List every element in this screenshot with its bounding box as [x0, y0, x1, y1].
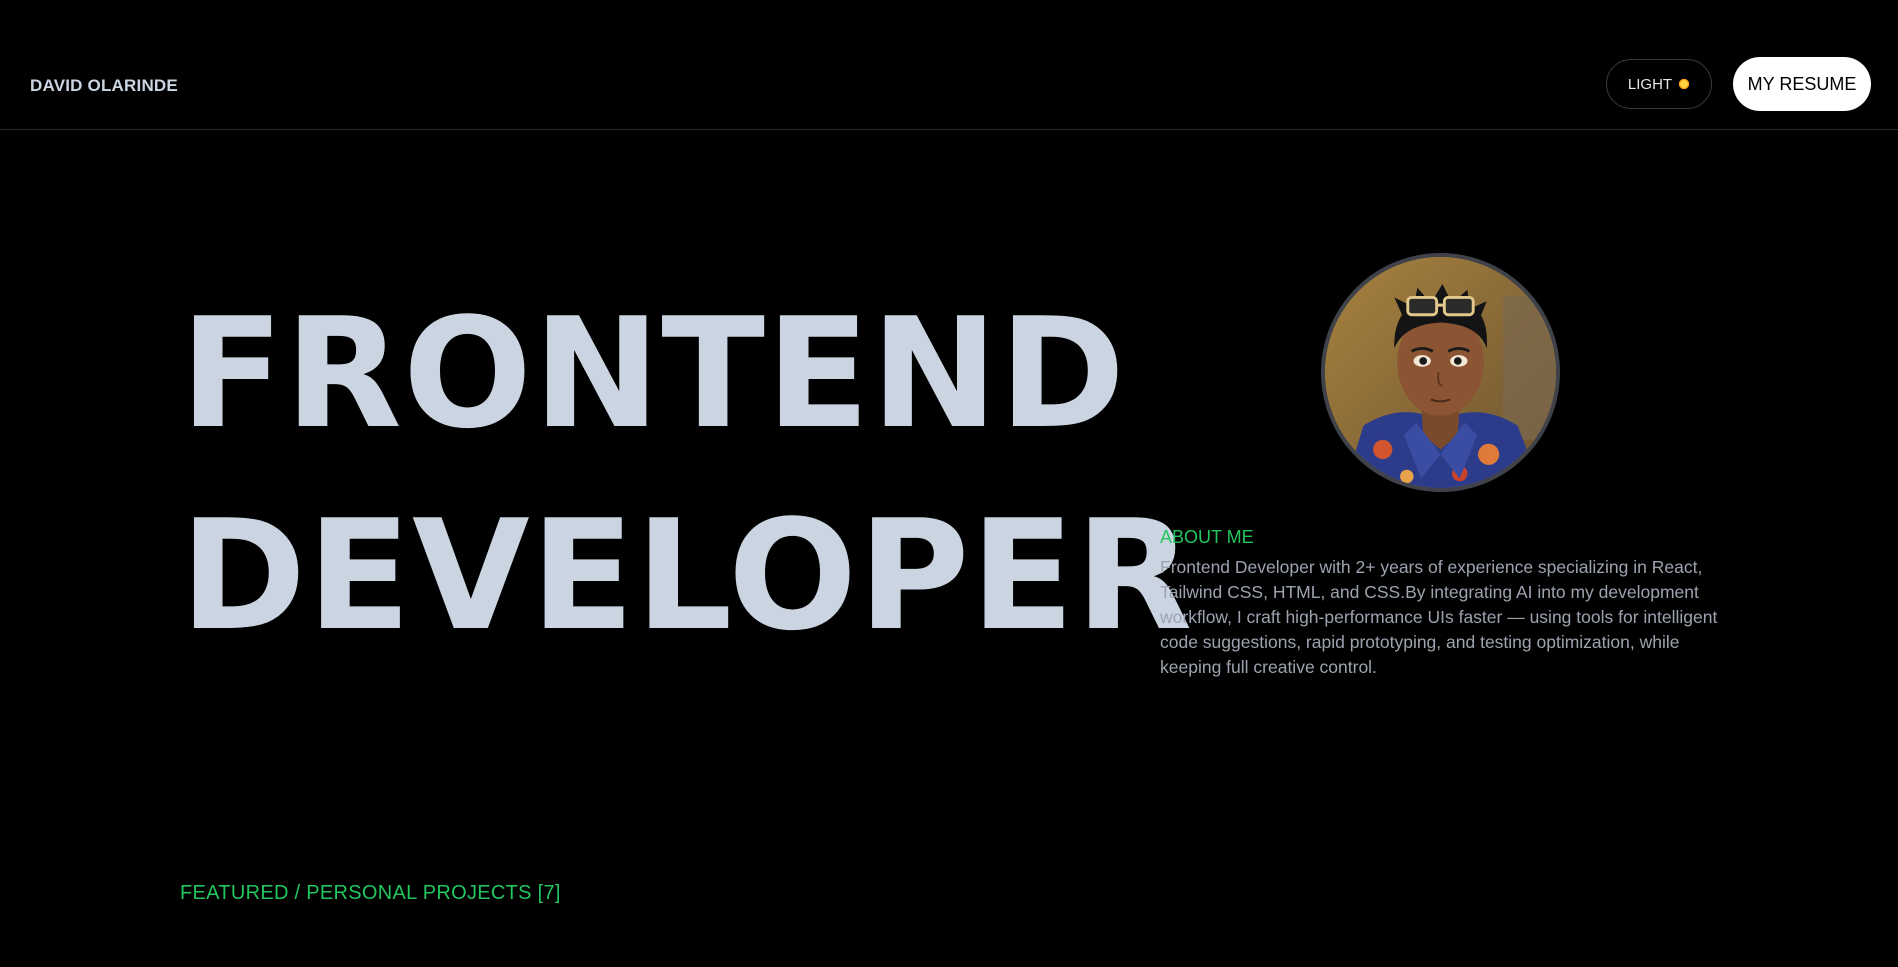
- theme-toggle-label: LIGHT: [1627, 75, 1673, 93]
- hero-title-line-1: FRONTEND: [180, 285, 1127, 462]
- site-header: DAVID OLARINDE LIGHT MY RESUME: [0, 0, 1898, 130]
- about-heading: ABOUT ME: [1160, 527, 1254, 547]
- resume-button[interactable]: MY RESUME: [1733, 57, 1871, 111]
- about-description: Frontend Developer with 2+ years of expe…: [1160, 557, 1718, 677]
- theme-toggle-button[interactable]: LIGHT: [1606, 59, 1712, 109]
- avatar-illustration: [1325, 257, 1556, 488]
- projects-heading: FEATURED / PERSONAL PROJECTS [7]: [180, 882, 561, 904]
- avatar: [1321, 253, 1560, 492]
- sun-icon: [1678, 78, 1691, 90]
- portfolio-page: DAVID OLARINDE LIGHT MY RESUME FRONTEND …: [0, 0, 1898, 967]
- brand-name[interactable]: DAVID OLARINDE: [30, 76, 178, 96]
- hero-title-line-2: DEVELOPER: [180, 487, 1194, 664]
